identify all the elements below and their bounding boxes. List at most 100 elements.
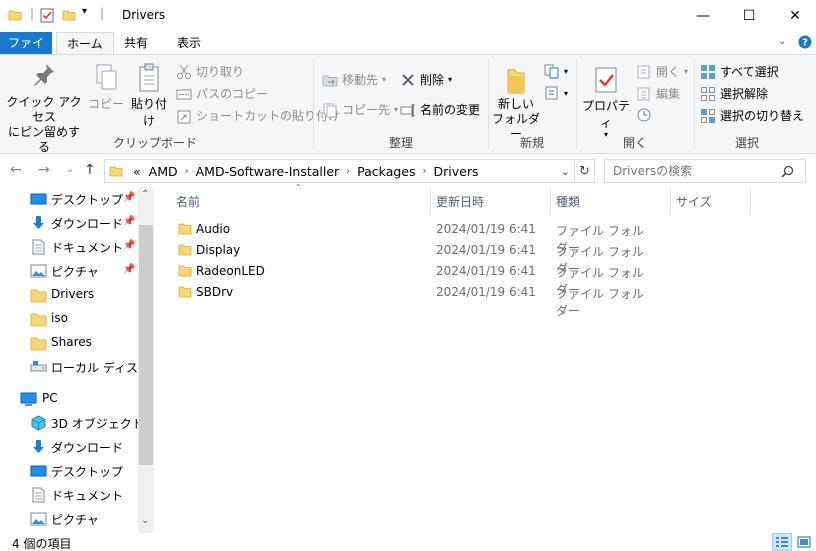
forward-arrow-icon[interactable]: → <box>38 162 50 178</box>
edit-button[interactable]: 編集 <box>636 85 680 102</box>
breadcrumb-installer[interactable]: AMD-Software-Installer <box>192 164 344 179</box>
tab-view[interactable]: 表示 <box>167 32 211 54</box>
easy-access-button[interactable]: ▾ <box>544 85 568 101</box>
breadcrumb-packages[interactable]: Packages <box>353 164 419 179</box>
file-type: ファイル フォルダー <box>556 287 644 318</box>
navigation-pane: デスクトップ 📌 ダウンロード 📌 ドキュメント 📌 ピクチャ 📌 Driver… <box>0 187 154 533</box>
file-row[interactable]: RadeonLED 2024/01/19 6:41 ファイル フォルダー <box>170 261 650 297</box>
folder-icon[interactable] <box>8 8 22 25</box>
pin-icon[interactable]: 📌 <box>123 192 135 203</box>
select-none-button[interactable]: 選択解除 <box>700 85 768 102</box>
paste-shortcut-icon <box>176 108 192 124</box>
scroll-up-icon[interactable]: ⌃ <box>141 189 149 200</box>
chevron-right-icon[interactable]: › <box>182 166 192 177</box>
ribbon-expand-icon[interactable]: ⌄ <box>778 36 786 47</box>
new-folder-button[interactable]: 新しい フォルダー <box>492 65 540 142</box>
properties-button[interactable]: プロパティ ▾ <box>580 65 632 139</box>
search-input[interactable] <box>605 164 775 178</box>
minimize-button[interactable]: — <box>680 0 726 32</box>
copy-to-button[interactable]: コピー先 ▾ <box>322 101 398 118</box>
column-divider[interactable] <box>550 187 551 215</box>
copy-button[interactable]: コピー <box>88 63 124 112</box>
pin-to-quick-access-button[interactable]: クイック アクセス にピン留めする <box>4 61 84 155</box>
chevron-right-icon[interactable]: › <box>343 166 353 177</box>
recent-locations-chevron-icon[interactable]: ⌄ <box>66 164 74 175</box>
nav-item-pictures[interactable]: ピクチャ 📌 <box>0 259 138 283</box>
new-item-button[interactable]: ▾ <box>544 63 568 79</box>
ribbon-separator <box>488 59 489 149</box>
pin-icon[interactable]: 📌 <box>123 216 135 227</box>
search-box[interactable] <box>604 159 806 183</box>
column-header-type[interactable]: 種類 <box>556 193 580 210</box>
nav-item-iso[interactable]: iso <box>0 307 138 331</box>
pin-icon[interactable]: 📌 <box>123 264 135 275</box>
column-divider[interactable] <box>750 187 751 215</box>
breadcrumb-drivers[interactable]: Drivers <box>430 164 483 179</box>
address-overflow[interactable]: « <box>123 164 145 179</box>
nav-item-shares[interactable]: Shares <box>0 331 138 355</box>
copy-path-button[interactable]: パスのコピー <box>176 85 268 102</box>
copy-icon <box>88 63 124 95</box>
tab-file[interactable]: ファイル <box>0 32 52 72</box>
nav-item-pc-pictures[interactable]: ピクチャ <box>0 507 138 531</box>
file-row[interactable]: Display 2024/01/19 6:41 ファイル フォルダー <box>170 240 650 276</box>
move-to-button[interactable]: 移動先 ▾ <box>322 71 386 88</box>
column-header-modified[interactable]: 更新日時 <box>436 193 484 210</box>
paste-button[interactable]: 貼り付け <box>126 63 172 129</box>
pin-icon[interactable]: 📌 <box>123 240 135 251</box>
large-icons-view-icon[interactable] <box>794 533 814 551</box>
copy-to-icon <box>322 102 338 118</box>
new-folder-icon[interactable] <box>62 8 76 25</box>
close-button[interactable]: ✕ <box>772 0 816 32</box>
address-dropdown-icon[interactable]: ⌄ <box>561 165 570 178</box>
select-all-button[interactable]: すべて選択 <box>700 63 779 80</box>
delete-button[interactable]: 削除 ▾ <box>400 71 452 88</box>
column-divider[interactable] <box>670 187 671 215</box>
back-arrow-icon[interactable]: ← <box>10 162 22 178</box>
nav-item-desktop[interactable]: デスクトップ 📌 <box>0 187 138 211</box>
scroll-thumb[interactable] <box>139 225 153 465</box>
nav-item-3d-objects[interactable]: 3D オブジェクト <box>0 411 138 435</box>
column-divider[interactable] <box>430 187 431 215</box>
rename-button[interactable]: 名前の変更 <box>400 101 480 118</box>
nav-item-pc-desktop[interactable]: デスクトップ <box>0 459 138 483</box>
cut-button[interactable]: 切り取り <box>176 63 244 80</box>
up-arrow-icon[interactable]: ↑ <box>84 162 96 178</box>
details-view-icon[interactable] <box>772 533 792 551</box>
nav-item-documents[interactable]: ドキュメント 📌 <box>0 235 138 259</box>
file-row[interactable]: SBDrv 2024/01/19 6:41 ファイル フォルダー <box>170 282 650 318</box>
nav-item-local-disk[interactable]: ローカル ディスク (C <box>0 355 138 379</box>
clipboard-icon <box>126 63 172 95</box>
organize-group-label: 整理 <box>388 136 413 150</box>
nav-item-label: ピクチャ <box>51 265 99 279</box>
help-icon[interactable]: ? <box>798 35 812 52</box>
tab-home[interactable]: ホーム <box>56 32 114 55</box>
properties-icon[interactable] <box>40 8 54 26</box>
nav-item-label: ダウンロード <box>51 441 124 455</box>
column-header-name[interactable]: 名前 <box>176 193 200 210</box>
scroll-down-icon[interactable]: ⌄ <box>141 515 149 526</box>
file-list: ⌃ 名前 更新日時 種類 サイズ Audio 2024/01/19 6:41 フ… <box>156 183 816 533</box>
breadcrumb-amd[interactable]: AMD <box>145 164 182 179</box>
desktop-icon <box>30 463 47 479</box>
nav-pane-scrollbar[interactable]: ⌃ ⌄ <box>138 187 154 533</box>
column-header-size[interactable]: サイズ <box>676 193 712 210</box>
nav-item-pc-downloads[interactable]: ダウンロード <box>0 435 138 459</box>
refresh-icon[interactable]: ↻ <box>575 159 595 183</box>
toolbar-separator: | <box>100 6 105 20</box>
customize-quick-access-icon[interactable]: ▾ <box>82 6 87 17</box>
history-button[interactable] <box>636 107 652 123</box>
nav-item-pc-documents[interactable]: ドキュメント <box>0 483 138 507</box>
tab-share[interactable]: 共有 <box>114 32 158 54</box>
open-button[interactable]: 開く ▾ <box>636 63 688 80</box>
invert-selection-button[interactable]: 選択の切り替え <box>700 107 804 124</box>
chevron-right-icon[interactable]: › <box>420 166 430 177</box>
clipboard-group-label: クリップボード <box>112 136 197 150</box>
address-bar[interactable]: « AMD › AMD-Software-Installer › Package… <box>104 159 575 183</box>
nav-item-downloads[interactable]: ダウンロード 📌 <box>0 211 138 235</box>
maximize-button[interactable]: ☐ <box>726 0 772 32</box>
nav-item-drivers[interactable]: Drivers <box>0 283 138 307</box>
paste-shortcut-button[interactable]: ショートカットの貼り付け <box>176 107 340 124</box>
file-row[interactable]: Audio 2024/01/19 6:41 ファイル フォルダー <box>170 219 650 255</box>
nav-item-pc[interactable]: PC <box>0 387 138 411</box>
